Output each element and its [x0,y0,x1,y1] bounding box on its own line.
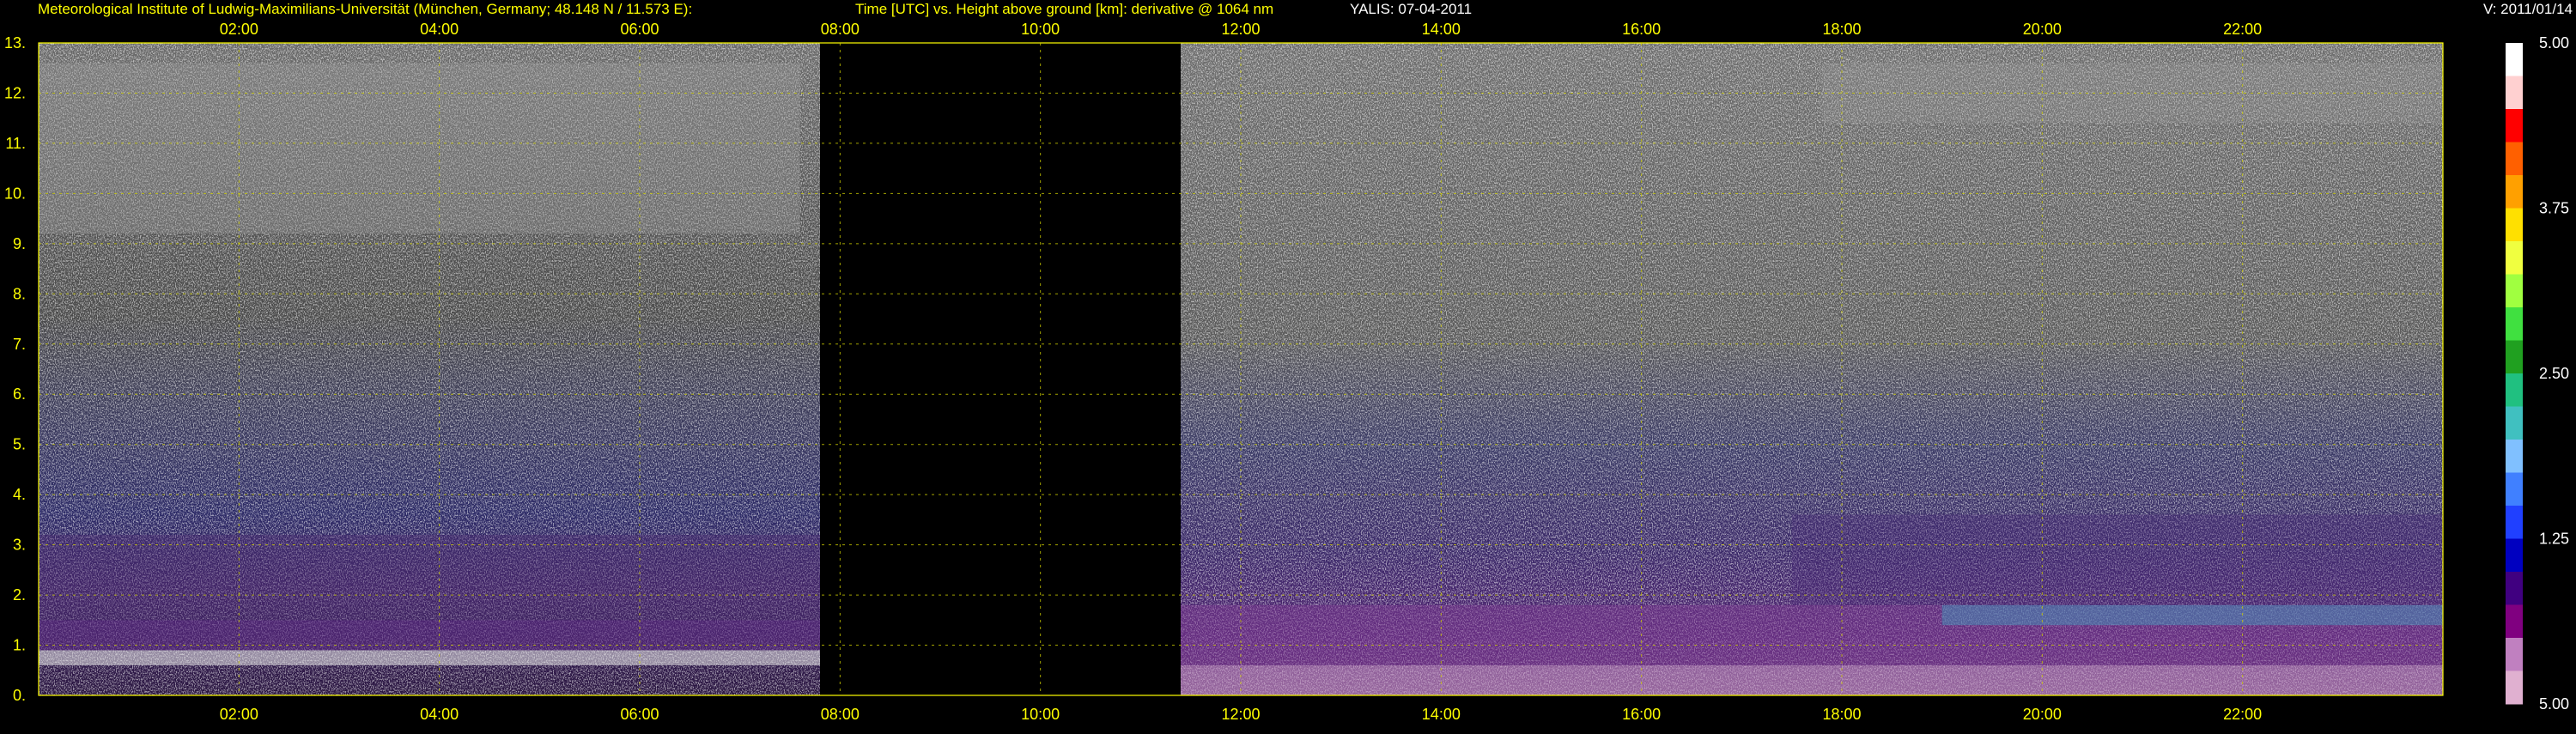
y-tick-label: 8. [13,285,26,302]
x-tick-label: 16:00 [1622,21,1661,38]
aerosol-layer [1791,514,2443,605]
aerosol-layer [1941,604,2443,626]
y-tick-label: 7. [13,336,26,353]
y-tick-label: 5. [13,436,26,453]
colorbar-swatch [2506,142,2523,176]
colorbar-label: 5.00 [2539,695,2569,713]
colorbar-swatch [2506,440,2523,473]
colorbar-swatch [2506,175,2523,209]
x-tick-label: 08:00 [821,21,860,38]
x-tick-label: 02:00 [220,21,258,38]
x-tick-label: 02:00 [220,706,258,723]
y-tick-label: 6. [13,385,26,403]
y-tick-label: 1. [13,637,26,654]
y-tick-label: 0. [13,687,26,704]
x-tick-label: 10:00 [1021,706,1060,723]
colorbar-swatch [2506,638,2523,671]
x-tick-label: 06:00 [620,21,659,38]
x-axis-top: 02:00 04:00 06:00 08:00 10:00 12:00 14:00 16:00… [220,21,2262,38]
x-tick-label: 12:00 [1221,21,1260,38]
x-tick-label: 10:00 [1021,21,1060,38]
x-tick-label: 04:00 [420,21,459,38]
lidar-plot: Meteorological Institute of Ludwig-Maxim… [0,0,2576,730]
y-tick-label: 12. [4,84,26,101]
x-tick-label: 04:00 [420,706,459,723]
x-tick-label: 20:00 [2023,706,2062,723]
x-tick-label: 08:00 [821,706,860,723]
colorbar: 5.00 3.75 2.50 1.25 5.00 [2506,34,2569,713]
x-tick-label: 12:00 [1221,706,1260,723]
colorbar-label: 1.25 [2539,531,2569,548]
colorbar-label: 2.50 [2539,365,2569,382]
colorbar-swatch [2506,76,2523,110]
y-tick-label: 4. [13,486,26,503]
colorbar-swatch [2506,373,2523,407]
y-tick-label: 10. [4,185,26,202]
colorbar-swatch [2506,538,2523,573]
colorbar-swatch [2506,274,2523,308]
x-tick-label: 20:00 [2023,21,2062,38]
colorbar-swatch [2506,604,2523,639]
colorbar-swatch [2506,109,2523,143]
x-tick-label: 14:00 [1422,706,1461,723]
colorbar-swatch [2506,670,2523,705]
x-tick-label: 18:00 [1822,706,1861,723]
aerosol-layer [39,650,820,665]
data-gap [820,43,1181,695]
colorbar-swatch [2506,307,2523,341]
cirrus-layer [39,63,800,234]
y-tick-label: 9. [13,235,26,252]
x-axis-bottom: 02:00 04:00 06:00 08:00 10:00 12:00 14:00 16:00… [220,706,2262,723]
y-tick-label: 11. [5,135,26,152]
x-tick-label: 06:00 [620,706,659,723]
colorbar-label: 5.00 [2539,34,2569,52]
header-version: V: 2011/01/14 [2483,1,2573,17]
y-tick-label: 3. [13,537,26,554]
aerosol-layer [39,534,820,621]
colorbar-swatch [2506,572,2523,605]
colorbar-swatch [2506,340,2523,374]
x-tick-label: 16:00 [1622,706,1661,723]
header-title: Time [UTC] vs. Height above ground [km]:… [855,1,1273,17]
y-tick-label: 13. [4,34,26,52]
aerosol-layer [1181,664,2443,695]
colorbar-swatch [2506,208,2523,242]
colorbar-swatch [2506,506,2523,539]
colorbar-swatch [2506,472,2523,507]
colorbar-swatch [2506,241,2523,275]
x-tick-label: 18:00 [1822,21,1861,38]
x-tick-label: 22:00 [2223,21,2262,38]
x-tick-label: 22:00 [2223,706,2262,723]
y-axis: 0. 1. 2. 3. 4. 5. 6. 7. 8. 9. 10. 11. 12. 13. [4,34,26,704]
header-institute: Meteorological Institute of Ludwig-Maxim… [38,1,692,17]
header-station: YALIS: 07-04-2011 [1350,1,1472,17]
aerosol-layer [39,620,820,651]
colorbar-swatch [2506,406,2523,440]
chart: Meteorological Institute of Ludwig-Maxim… [4,1,2573,723]
colorbar-label: 3.75 [2539,200,2569,217]
y-tick-label: 2. [13,586,26,604]
x-tick-label: 14:00 [1422,21,1461,38]
colorbar-swatch [2506,43,2523,76]
